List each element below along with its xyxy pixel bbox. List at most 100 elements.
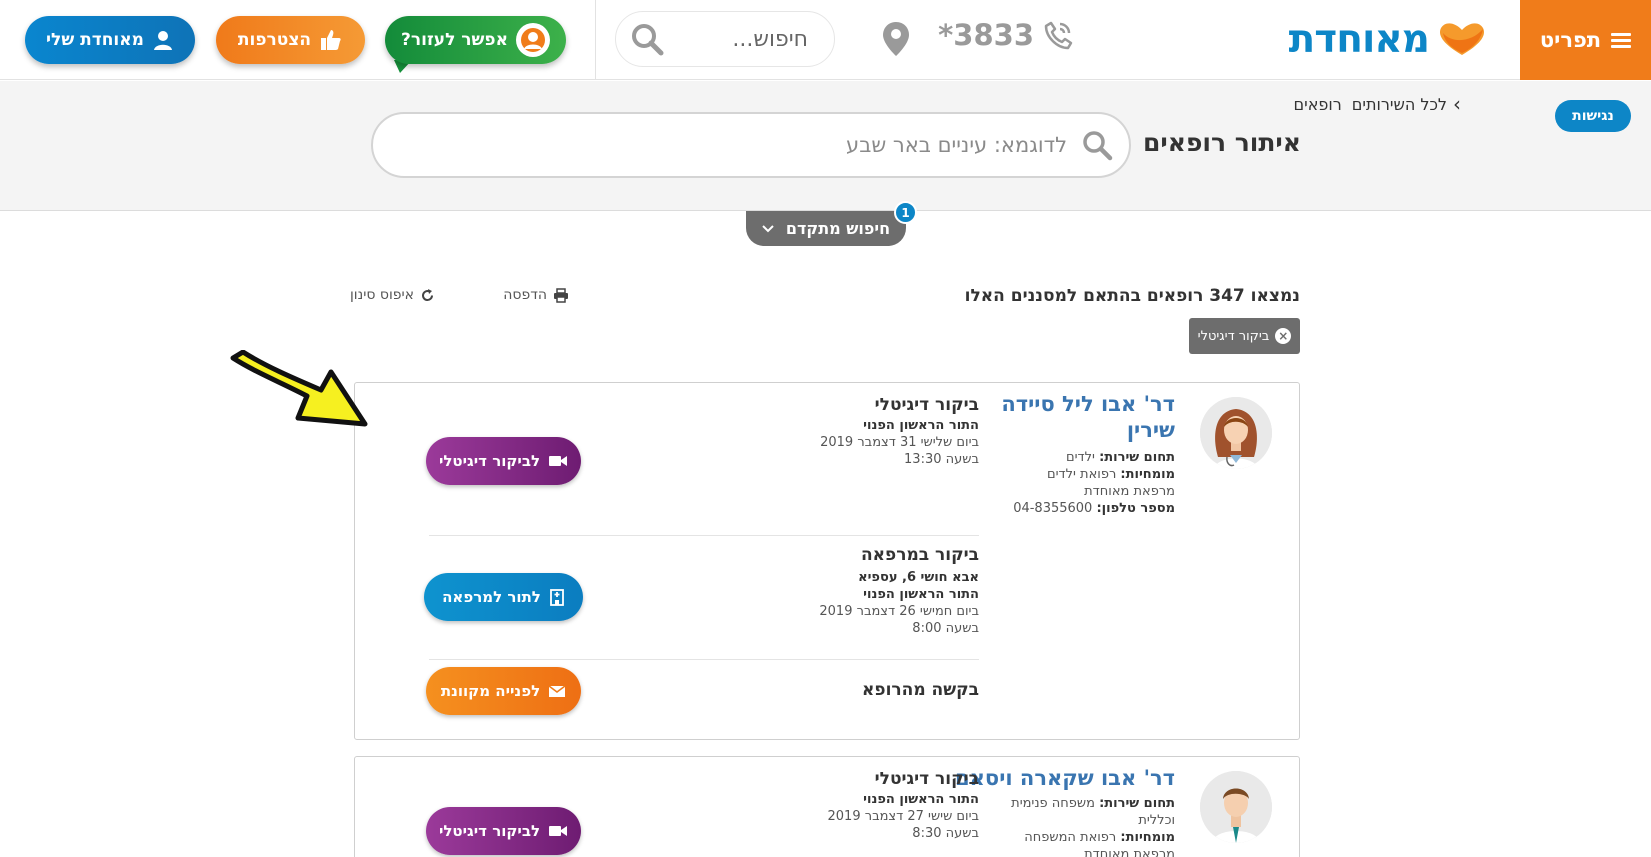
doctor-details: דר' אבו ליל סיידה שירין תחום שירות: ילדי… [955, 391, 1175, 517]
first-available-label: התור הראשון הפנוי [863, 418, 979, 433]
clinic-visit-slot: ביקור במרפאה אבא חושי 6, עספיא התור הראש… [719, 545, 979, 637]
doctor-name[interactable]: דר' אבו ליל סיידה שירין [955, 391, 1175, 443]
header-search-box[interactable]: חיפוש... [615, 11, 835, 67]
my-meuhedet-button[interactable]: מאוחדת שלי [25, 16, 195, 64]
clinic-name: מרפאת מאוחדת [1084, 484, 1175, 499]
doctor-request-title: בקשה מהרופא [862, 680, 979, 700]
service-field-value: משפחה פנימית [1011, 796, 1095, 811]
slot-date: ביום שישי 27 דצמבר 2019 [827, 809, 980, 824]
page-title: איתור רופאים [1142, 128, 1301, 157]
slot-time: בשעה 13:30 [904, 452, 979, 467]
service-field-value: ילדים [1066, 450, 1095, 465]
doctor-info: תחום שירות: ילדים מומחיות: רפואת ילדים מ… [955, 449, 1175, 517]
doctor-card: דר' אבו ליל סיידה שירין תחום שירות: ילדי… [354, 382, 1300, 740]
active-filter-chip[interactable]: × ביקור דיגיטלי [1189, 318, 1300, 354]
phone-icon [1044, 21, 1073, 50]
chevron-right-icon: › [1453, 92, 1461, 116]
remove-filter-icon[interactable]: × [1275, 328, 1292, 344]
first-available-label: התור הראשון הפנוי [863, 792, 979, 807]
digital-visit-button-label: לביקור דיגיטלי [438, 452, 541, 470]
online-request-button-label: לפנייה מקוונת [440, 682, 541, 700]
clinic-name: מרפאת מאוחדת [1084, 847, 1175, 857]
service-field-value-cont: וכללית [1138, 813, 1175, 828]
join-label: הצטרפות [237, 30, 312, 50]
reset-filter-link[interactable]: איפוס סינון [350, 287, 435, 303]
refresh-icon [422, 288, 434, 301]
doctor-details: דר' אבו שקארה ויסאם תחום שירות: משפחה פנ… [955, 765, 1175, 857]
advanced-search-label: חיפוש מתקדם [785, 219, 891, 238]
digital-visit-slot: ביקור דיגיטלי התור הראשון הפנוי ביום שלי… [719, 395, 979, 468]
advanced-search-count-badge: 1 [894, 201, 917, 224]
doctor-search-box[interactable] [371, 112, 1131, 178]
first-available-label: התור הראשון הפנוי [863, 587, 979, 602]
specialty-value: רפואת ילדים [1046, 467, 1117, 482]
video-camera-icon [549, 456, 568, 466]
slot-time: בשעה 8:30 [912, 826, 979, 841]
logo-text: מאוחדת [1288, 16, 1430, 62]
breadcrumb-all-services[interactable]: לכל השירותים [1352, 95, 1447, 114]
results-count: נמצאו 347 רופאים בהתאם למסננים האלו [964, 286, 1300, 306]
hospital-icon [549, 589, 564, 606]
my-meuhedet-label: מאוחדת שלי [46, 30, 144, 50]
clinic-appointment-button[interactable]: לתור למרפאה [424, 573, 583, 621]
menu-label: תפריט [1539, 28, 1602, 52]
meuhedet-logo[interactable]: מאוחדת [1289, 14, 1489, 64]
specialty-value: רפואת המשפחה [1024, 830, 1117, 845]
print-link[interactable]: הדפסה [503, 287, 569, 303]
menu-button[interactable]: תפריט [1520, 0, 1651, 80]
reset-filter-label: איפוס סינון [349, 287, 414, 303]
digital-visit-slot: ביקור דיגיטלי התור הראשון הפנוי ביום שיש… [719, 769, 980, 842]
thumbs-up-icon [321, 30, 341, 50]
specialty-label: מומחיות: [1120, 830, 1175, 845]
doctor-info: תחום שירות: משפחה פנימית וכללית מומחיות:… [955, 795, 1175, 857]
clinic-visit-title: ביקור במרפאה [860, 545, 979, 565]
doctor-avatar-female [1200, 397, 1272, 469]
specialty-label: מומחיות: [1120, 467, 1175, 482]
accessibility-button[interactable]: נגישות [1555, 100, 1631, 132]
search-icon[interactable] [1081, 129, 1113, 161]
search-icon[interactable] [630, 22, 664, 56]
envelope-icon [548, 684, 566, 697]
digital-visit-button[interactable]: לביקור דיגיטלי [426, 437, 581, 485]
printer-icon [554, 287, 568, 303]
slot-date: ביום חמישי 26 דצמבר 2019 [819, 604, 979, 619]
phone-number[interactable]: 3833* [938, 18, 1074, 52]
header-divider [595, 0, 596, 80]
slot-time: בשעה 8:00 [912, 621, 979, 636]
service-field-label: תחום שירות: [1099, 450, 1175, 465]
clinic-address: אבא חושי 6, עספיא [858, 570, 979, 585]
doctor-search-input[interactable] [467, 133, 1067, 157]
join-button[interactable]: הצטרפות [216, 16, 365, 64]
breadcrumb-doctors[interactable]: רופאים [1294, 95, 1342, 114]
doctor-card: דר' אבו שקארה ויסאם תחום שירות: משפחה פנ… [354, 756, 1300, 857]
digital-visit-button-label: לביקור דיגיטלי [438, 822, 541, 840]
clinic-appointment-button-label: לתור למרפאה [442, 588, 541, 606]
help-label: אפשר לעזור? [401, 30, 508, 50]
online-request-button[interactable]: לפנייה מקוונת [426, 667, 581, 715]
digital-visit-title: ביקור דיגיטלי [874, 395, 979, 415]
slot-date: ביום שלישי 31 דצמבר 2019 [820, 435, 979, 450]
doctor-name-line1[interactable]: דר' אבו ליל סיידה [1001, 392, 1175, 416]
annotation-arrow-icon [230, 350, 368, 427]
phone-text: 3833* [938, 18, 1034, 52]
digital-visit-title: ביקור דיגיטלי [874, 769, 979, 789]
heart-logo-icon [1439, 23, 1485, 55]
phone-value[interactable]: 04-8355600 [1013, 501, 1092, 516]
doctor-name-line2[interactable]: שירין [1127, 418, 1175, 442]
service-field-label: תחום שירות: [1099, 796, 1175, 811]
advanced-search-button[interactable]: חיפוש מתקדם [746, 211, 906, 246]
doctor-avatar-male [1200, 771, 1272, 843]
chevron-down-icon [762, 224, 774, 232]
breadcrumb: › לכל השירותים רופאים [1294, 92, 1461, 116]
location-pin-icon[interactable] [881, 20, 911, 58]
help-button[interactable]: אפשר לעזור? [385, 16, 566, 64]
phone-label: מספר טלפון: [1096, 501, 1175, 516]
header-search-placeholder: חיפוש... [732, 26, 808, 52]
agent-avatar-icon [515, 23, 550, 57]
digital-visit-button[interactable]: לביקור דיגיטלי [426, 807, 581, 855]
video-camera-icon [549, 826, 568, 836]
user-icon [153, 31, 172, 50]
print-label: הדפסה [503, 287, 547, 303]
doctor-name[interactable]: דר' אבו שקארה ויסאם [955, 765, 1175, 791]
slot-separator [429, 535, 979, 536]
